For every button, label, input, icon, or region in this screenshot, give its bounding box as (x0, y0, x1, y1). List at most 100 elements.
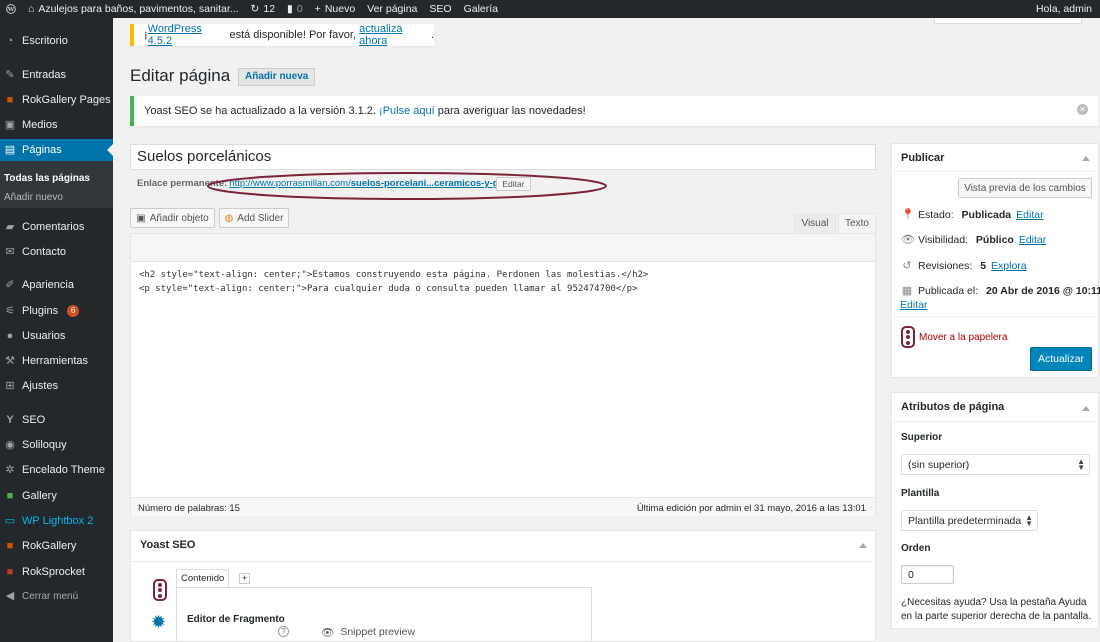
site-name-link[interactable]: ⌂ Azulejos para baños, pavimentos, sanit… (22, 3, 245, 15)
template-select[interactable]: Plantilla predeterminada ▲ ▼ (901, 510, 1038, 531)
dashboard-icon: ◔ (6, 35, 14, 47)
gallery-icon: ■ (6, 490, 14, 502)
sidebar-item-plugins[interactable]: ⚟ Plugins 6 (0, 300, 113, 322)
preview-changes-button[interactable]: Vista previa de los cambios (958, 178, 1092, 198)
published-label: Publicada el: (918, 284, 982, 297)
tab-visual[interactable]: Visual (794, 214, 836, 234)
comments-count: 0 (296, 3, 303, 15)
sidebar-item-gallery[interactable]: ■ Gallery (0, 485, 113, 507)
sidebar-item-comentarios[interactable]: ▰ Comentarios (0, 216, 113, 238)
sidebar-item-contacto[interactable]: ✉ Contacto (0, 241, 113, 263)
seo-link[interactable]: SEO (423, 3, 457, 15)
sidebar-item-label: Plugins (22, 305, 59, 317)
dismiss-notice-icon[interactable]: ✕ (1077, 104, 1088, 115)
plus-icon: + (314, 3, 321, 15)
post-title-input[interactable]: Suelos porcelánicos (130, 144, 876, 170)
view-page-link[interactable]: Ver página (361, 3, 423, 15)
eye-icon: 👁 (321, 626, 335, 639)
update-button[interactable]: Actualizar (1030, 347, 1092, 371)
quicktags-toolbar (131, 234, 875, 262)
gallery-link[interactable]: Galería (458, 3, 504, 15)
screen-options-tab[interactable] (934, 18, 1082, 24)
sidebar-item-ajustes[interactable]: ⊞ Ajustes (0, 375, 113, 397)
tab-content[interactable]: Contenido (176, 569, 230, 587)
sidebar-item-herramientas[interactable]: ⚒ Herramientas (0, 350, 113, 372)
sidebar-item-entradas[interactable]: ✎ Entradas (0, 64, 113, 86)
help-icon[interactable]: ? (278, 626, 289, 637)
snippet-preview-toggle[interactable]: 👁 Snippet preview (309, 620, 713, 642)
lightbox-icon: ▭ (4, 515, 16, 527)
settings-gear-icon[interactable]: ✹ (151, 613, 166, 631)
status-row: 📍 Estado: Publicada Editar (901, 208, 1044, 222)
collapse-menu-button[interactable]: ◀ Cerrar menú (0, 585, 113, 607)
published-row: ▦ Publicada el: 20 Abr de 2016 @ 10:11 (901, 284, 1100, 298)
add-keyword-tab[interactable]: + (239, 573, 250, 584)
sidebar-item-label: Entradas (22, 69, 67, 81)
sidebar-item-label: Herramientas (22, 355, 89, 367)
sidebar-item-encelado-theme[interactable]: ✲ Encelado Theme (0, 459, 113, 481)
parent-select[interactable]: (sin superior) ▲ ▼ (901, 454, 1090, 475)
template-select-value: Plantilla predeterminada (908, 514, 1022, 527)
sidebar-item-label: Medios (22, 119, 58, 131)
sidebar-item-wp-lightbox-2[interactable]: ▭ WP Lightbox 2 (0, 510, 113, 532)
sidebar-item-paginas[interactable]: ▤ Páginas (0, 139, 113, 161)
submenu-all-pages[interactable]: Todas las páginas (4, 173, 90, 184)
sidebar-item-roksprocket[interactable]: ■ RokSprocket (0, 561, 113, 583)
sidebar-item-label: Escritorio (22, 35, 68, 47)
edit-status-link[interactable]: Editar (1016, 209, 1043, 221)
gallery-label: Galería (463, 3, 499, 15)
sidebar-item-escritorio[interactable]: ◔ Escritorio (0, 30, 113, 52)
browse-revisions-link[interactable]: Explora (991, 260, 1027, 272)
move-to-trash-link[interactable]: Mover a la papelera (919, 332, 1007, 343)
site-name: Azulejos para baños, pavimentos, sanitar… (38, 3, 239, 15)
order-label: Orden (901, 543, 931, 554)
sidebar-item-rokgallery[interactable]: ■ RokGallery (0, 535, 113, 557)
wordpress-logo-icon[interactable]: W (0, 3, 22, 15)
yoast-icon: Y (6, 414, 14, 426)
publish-toggle-icon[interactable] (1082, 156, 1090, 161)
sidebar-item-label: RokSprocket (22, 566, 85, 578)
revisions-row: ↺ Revisiones: 5 Explora (901, 259, 1027, 273)
wrench-icon: ⚒ (5, 355, 15, 367)
update-now-link[interactable]: actualiza ahora (359, 23, 431, 47)
sidebar-item-label: Páginas (22, 144, 62, 156)
sidebar-item-soliloquy[interactable]: ◉ Soliloquy (0, 434, 113, 456)
content-editor[interactable]: <h2 style="text-align: center;">Estamos … (130, 233, 876, 516)
order-input[interactable]: 0 (901, 565, 954, 584)
sidebar-item-seo[interactable]: Y SEO (0, 409, 113, 431)
published-value: 20 Abr de 2016 @ 10:11 (986, 284, 1100, 297)
order-value: 0 (908, 568, 914, 581)
pages-submenu: Todas las páginas Añadir nuevo (0, 161, 113, 208)
gear-icon: ✲ (5, 464, 15, 476)
publish-title: Publicar (901, 152, 945, 164)
edit-visibility-link[interactable]: Editar (1019, 234, 1046, 246)
sidebar-item-label: WP Lightbox 2 (22, 515, 94, 527)
add-new-page-button[interactable]: Añadir nueva (238, 68, 316, 86)
code-line-2: <p style="text-align: center;">Para cual… (139, 284, 638, 294)
sidebar-item-medios[interactable]: ▣ Medios (0, 114, 113, 136)
updates-link[interactable]: ↻ 12 (245, 3, 282, 15)
wordpress-version-link[interactable]: WordPress 4.5.2 (148, 23, 227, 47)
page-attributes-toggle-icon[interactable] (1082, 406, 1090, 411)
sidebar-item-label: Encelado Theme (22, 464, 105, 476)
new-content-link[interactable]: + Nuevo (309, 3, 362, 15)
yoast-click-here-link[interactable]: ¡Pulse aquí (379, 105, 435, 117)
add-slider-button[interactable]: ◍ Add Slider (219, 208, 289, 228)
sidebar-item-rokgallery-pages[interactable]: ■ RokGallery Pages (0, 89, 113, 111)
plugin-icon: ⚟ (5, 305, 15, 317)
edit-date-link[interactable]: Editar (900, 299, 927, 311)
yoast-toggle-icon[interactable] (859, 543, 867, 548)
sidebar-item-label: Contacto (22, 246, 67, 258)
add-media-button[interactable]: ▣ Añadir objeto (130, 208, 215, 228)
tab-text[interactable]: Texto (838, 213, 876, 234)
word-count: Número de palabras: 15 (138, 503, 240, 514)
history-icon: ↺ (902, 260, 912, 272)
my-account-link[interactable]: Hola, admin (1036, 0, 1092, 18)
sidebar-item-label: Gallery (22, 490, 57, 502)
sidebar-item-apariencia[interactable]: ✐ Apariencia (0, 274, 113, 296)
divider (892, 316, 1098, 317)
sidebar-item-usuarios[interactable]: ● Usuarios (0, 325, 113, 347)
comments-link[interactable]: ▮ 0 (281, 3, 309, 15)
yoast-notice-post: para averiguar las novedades! (434, 105, 586, 117)
submenu-add-new[interactable]: Añadir nuevo (4, 192, 63, 203)
